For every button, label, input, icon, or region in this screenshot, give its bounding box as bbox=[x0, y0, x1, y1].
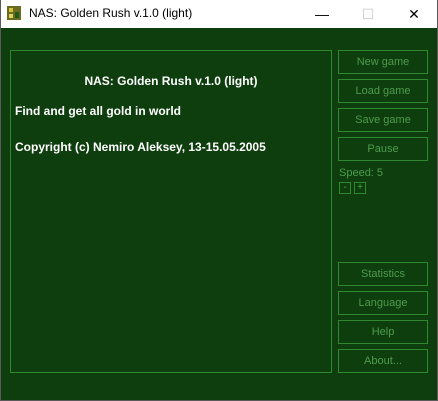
copyright-text: Copyright (c) Nemiro Aleksey, 13-15.05.2… bbox=[15, 140, 266, 154]
panel-heading: NAS: Golden Rush v.1.0 (light) bbox=[84, 74, 258, 88]
speed-caption: Speed: bbox=[339, 167, 374, 179]
about-button[interactable]: About... bbox=[338, 349, 428, 373]
maximize-icon[interactable]: ☐ bbox=[345, 0, 391, 28]
speed-decrease-button[interactable]: - bbox=[339, 182, 351, 194]
close-icon[interactable]: ✕ bbox=[391, 0, 437, 28]
language-button[interactable]: Language bbox=[338, 291, 428, 315]
speed-value: 5 bbox=[376, 167, 383, 179]
help-button[interactable]: Help bbox=[338, 320, 428, 344]
load-game-button[interactable]: Load game bbox=[338, 79, 428, 103]
speed-increase-button[interactable]: + bbox=[354, 182, 366, 194]
info-panel: NAS: Golden Rush v.1.0 (light) Find and … bbox=[10, 50, 332, 373]
statistics-button[interactable]: Statistics bbox=[338, 262, 428, 286]
pause-button[interactable]: Pause bbox=[338, 137, 428, 161]
speed-label: Speed: 5 bbox=[339, 167, 386, 179]
new-game-button[interactable]: New game bbox=[338, 50, 428, 74]
window-title: NAS: Golden Rush v.1.0 (light) bbox=[29, 6, 193, 20]
game-client-area: NAS: Golden Rush v.1.0 (light) Find and … bbox=[1, 28, 437, 400]
save-game-button[interactable]: Save game bbox=[338, 108, 428, 132]
app-window: NAS: Golden Rush v.1.0 (light) — ☐ ✕ NAS… bbox=[0, 0, 438, 401]
title-bar[interactable]: NAS: Golden Rush v.1.0 (light) — ☐ ✕ bbox=[1, 0, 437, 28]
panel-description: Find and get all gold in world bbox=[15, 104, 181, 118]
minimize-icon[interactable]: — bbox=[299, 0, 345, 28]
app-icon bbox=[7, 6, 21, 20]
